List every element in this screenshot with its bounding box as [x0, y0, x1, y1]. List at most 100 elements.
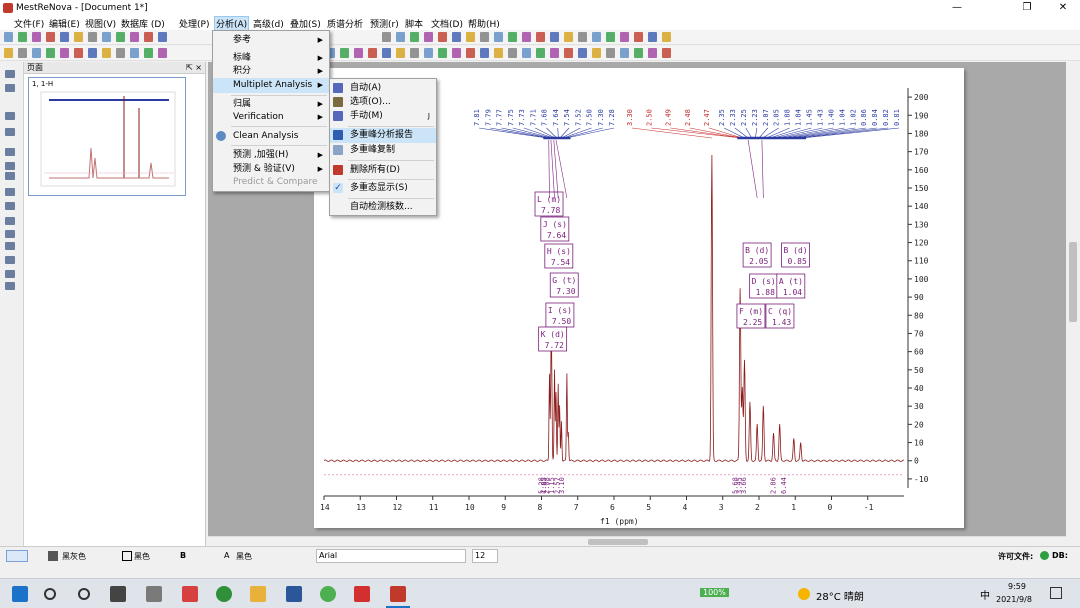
toolbar-icon[interactable]	[648, 32, 657, 42]
toolbar-icon[interactable]	[396, 32, 405, 42]
menu-process[interactable]: 处理(P)	[179, 17, 209, 30]
tool-icon[interactable]	[5, 148, 15, 156]
toolbar-icon[interactable]	[606, 48, 615, 58]
toolbar-icon[interactable]	[382, 32, 391, 42]
tool-icon[interactable]	[5, 270, 15, 278]
toolbar-icon[interactable]	[396, 48, 405, 58]
bold-button[interactable]: B	[180, 551, 186, 560]
tool-icon[interactable]	[5, 202, 15, 210]
app-icon-green[interactable]	[216, 586, 232, 602]
toolbar-icon[interactable]	[620, 48, 629, 58]
toolbar-icon[interactable]	[32, 48, 41, 58]
mestrenova-icon[interactable]	[390, 586, 406, 602]
toolbar-icon[interactable]	[536, 32, 545, 42]
toolbar-icon[interactable]	[480, 48, 489, 58]
menu-item-manual[interactable]: 手动(M) J	[330, 109, 436, 124]
toolbar-icon[interactable]	[18, 32, 27, 42]
page-thumbnail[interactable]: 1, 1-H	[28, 77, 186, 196]
menu-item-multiplet-copy[interactable]: 多重峰复制	[330, 143, 436, 158]
toolbar-icon[interactable]	[4, 48, 13, 58]
toolbar-icon[interactable]	[508, 32, 517, 42]
windows-start-icon[interactable]	[12, 586, 28, 602]
toolbar-icon[interactable]	[592, 32, 601, 42]
menu-item-multiplet-report[interactable]: 多重峰分析报告	[330, 128, 436, 143]
toolbar-icon[interactable]	[60, 48, 69, 58]
maximize-button[interactable]: ❐	[1020, 2, 1034, 13]
toolbar-icon[interactable]	[60, 32, 69, 42]
wps-icon[interactable]	[354, 586, 370, 602]
toolbar-icon[interactable]	[46, 48, 55, 58]
toolbar-icon[interactable]	[74, 48, 83, 58]
tool-icon[interactable]	[5, 112, 15, 120]
text-color-icon[interactable]: A	[224, 551, 229, 560]
toolbar-icon[interactable]	[354, 48, 363, 58]
toolbar-icon[interactable]	[116, 48, 125, 58]
weather-text[interactable]: 28°C 晴朗	[816, 588, 864, 603]
line-color[interactable]: 黑灰色	[62, 551, 86, 562]
toolbar-icon[interactable]	[606, 32, 615, 42]
toolbar-icon[interactable]	[592, 48, 601, 58]
menu-analysis[interactable]: 分析(A)	[214, 16, 250, 31]
app-icon-red[interactable]	[182, 586, 198, 602]
menu-item-multiplet-analysis[interactable]: Multiplet Analysis ▶	[213, 78, 329, 93]
menu-document[interactable]: 文档(D)	[431, 17, 463, 30]
toolbar-icon[interactable]	[32, 32, 41, 42]
tool-icon[interactable]	[5, 230, 15, 238]
toolbar-icon[interactable]	[410, 32, 419, 42]
toolbar-icon[interactable]	[564, 32, 573, 42]
close-button[interactable]: ✕	[1056, 2, 1070, 13]
toolbar-icon[interactable]	[452, 48, 461, 58]
minimize-button[interactable]: —	[950, 2, 964, 13]
toolbar-icon[interactable]	[522, 32, 531, 42]
tool-icon[interactable]	[5, 84, 15, 92]
toolbar-icon[interactable]	[424, 48, 433, 58]
toolbar-icon[interactable]	[130, 32, 139, 42]
tool-icon[interactable]	[5, 70, 15, 78]
menu-item-predict-enhance[interactable]: 预测 ,加强(H) ▶	[213, 148, 329, 163]
toolbar-icon[interactable]	[662, 48, 671, 58]
menu-item-show-multiplets[interactable]: ✓ 多重态显示(S)	[330, 181, 436, 196]
toolbar-icon[interactable]	[158, 32, 167, 42]
word-icon[interactable]	[286, 586, 302, 602]
toolbar-icon[interactable]	[578, 32, 587, 42]
toolbar-icon[interactable]	[564, 48, 573, 58]
menu-item-options[interactable]: 选项(O)...	[330, 95, 436, 110]
toolbar-icon[interactable]	[466, 32, 475, 42]
tool-icon[interactable]	[5, 172, 15, 180]
toolbar-icon[interactable]	[340, 48, 349, 58]
toolbar-icon[interactable]	[46, 32, 55, 42]
menu-edit[interactable]: 编辑(E)	[49, 17, 80, 30]
clock-date[interactable]: 2021/9/8	[996, 595, 1032, 604]
menu-item-integration[interactable]: 积分 ▶	[213, 64, 329, 79]
menu-file[interactable]: 文件(F)	[14, 17, 44, 30]
menu-item-verification[interactable]: Verification ▶	[213, 110, 329, 125]
font-select[interactable]: Arial	[316, 549, 466, 563]
menu-item-auto[interactable]: 自动(A)	[330, 81, 436, 96]
tool-icon[interactable]	[5, 256, 15, 264]
toolbar-icon[interactable]	[438, 32, 447, 42]
tool-icon[interactable]	[5, 188, 15, 196]
toolbar-icon[interactable]	[424, 32, 433, 42]
tool-icon[interactable]	[5, 162, 15, 170]
file-explorer-icon[interactable]	[250, 586, 266, 602]
toolbar-icon[interactable]	[550, 32, 559, 42]
search-icon[interactable]	[44, 588, 56, 600]
menu-database[interactable]: 数据库 (D)	[121, 17, 165, 30]
menu-view[interactable]: 视图(V)	[85, 17, 116, 30]
toolbar-icon[interactable]	[102, 48, 111, 58]
menu-ms[interactable]: 质谱分析	[327, 17, 363, 30]
toolbar-icon[interactable]	[144, 32, 153, 42]
toolbar-icon[interactable]	[368, 48, 377, 58]
toolbar-icon[interactable]	[452, 32, 461, 42]
toolbar-icon[interactable]	[466, 48, 475, 58]
task-view-icon[interactable]	[110, 586, 126, 602]
horizontal-scrollbar[interactable]	[208, 536, 1066, 546]
menu-script[interactable]: 脚本	[405, 17, 423, 30]
toolbar-icon[interactable]	[480, 32, 489, 42]
toolbar-icon[interactable]	[634, 48, 643, 58]
cortana-icon[interactable]	[78, 588, 90, 600]
toolbar-icon[interactable]	[144, 48, 153, 58]
toolbar-icon[interactable]	[18, 48, 27, 58]
zy-app-icon[interactable]	[146, 586, 162, 602]
menu-help[interactable]: 帮助(H)	[468, 17, 500, 30]
